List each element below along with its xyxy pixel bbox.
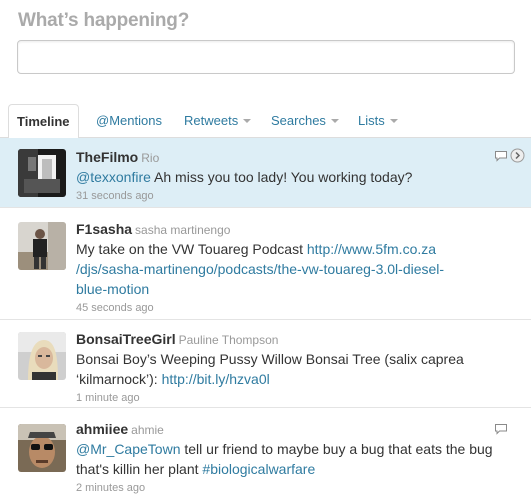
timestamp[interactable]: 2 minutes ago: [76, 481, 509, 495]
tab-label: Lists: [358, 113, 385, 128]
chevron-down-icon: [389, 118, 398, 123]
reply-icon[interactable]: [494, 150, 508, 162]
full-name: ahmie: [131, 423, 164, 437]
url-link[interactable]: /djs/sasha-martinengo/podcasts/the-vw-to…: [76, 261, 444, 277]
tab-searches[interactable]: Searches: [271, 104, 339, 138]
url-link[interactable]: http://bit.ly/hzva0l: [162, 371, 270, 387]
tab-label: Retweets: [184, 113, 239, 128]
avatar[interactable]: [18, 424, 66, 472]
timestamp[interactable]: 1 minute ago: [76, 391, 509, 405]
tweet-content: TheFilmo Rio @texxonfire Ah miss you too …: [76, 148, 509, 203]
tweet-item[interactable]: TheFilmo Rio @texxonfire Ah miss you too …: [0, 138, 531, 208]
timestamp[interactable]: 45 seconds ago: [76, 301, 509, 315]
url-link[interactable]: blue-motion: [76, 281, 149, 297]
tab-label: Searches: [271, 113, 326, 128]
avatar[interactable]: [18, 149, 66, 197]
chevron-down-icon: [243, 118, 252, 123]
tweet-compose-input[interactable]: [17, 40, 515, 74]
url-link[interactable]: http://www.5fm.co.za: [307, 241, 436, 257]
tweet-text: My take on the VW Touareg Podcast http:/…: [76, 241, 445, 297]
full-name: sasha martinengo: [135, 223, 231, 237]
tab-label: Timeline: [17, 114, 70, 129]
tweet-content: ahmiiee ahmie @Mr_CapeTown tell ur friend…: [76, 420, 509, 495]
screen-name[interactable]: ahmiiee: [76, 421, 128, 437]
screen-name[interactable]: TheFilmo: [76, 149, 138, 165]
timestamp[interactable]: 31 seconds ago: [76, 189, 509, 203]
compose-title: What’s happening?: [18, 10, 190, 31]
tab-retweets[interactable]: Retweets: [184, 104, 252, 138]
tweet-item[interactable]: ahmiiee ahmie @Mr_CapeTown tell ur friend…: [0, 408, 531, 503]
tweet-text: @texxonfire Ah miss you too lady! You wo…: [76, 169, 413, 185]
tweet-content: BonsaiTreeGirl Pauline Thompson Bonsai Bo…: [76, 330, 509, 405]
hashtag-link[interactable]: #biologicalwarfare: [202, 461, 315, 477]
mention-link[interactable]: @texxonfire: [76, 169, 151, 185]
timeline-tabs: Timeline @Mentions Retweets Searches Lis…: [0, 104, 531, 139]
full-name: Pauline Thompson: [178, 333, 279, 347]
avatar[interactable]: [18, 222, 66, 270]
chevron-down-icon: [330, 118, 339, 123]
avatar[interactable]: [18, 332, 66, 380]
mention-link[interactable]: @Mr_CapeTown: [76, 441, 180, 457]
tab-timeline[interactable]: Timeline: [8, 104, 79, 139]
tweet-item[interactable]: F1sasha sasha martinengo My take on the V…: [0, 208, 531, 320]
tweet-text: Bonsai Boy’s Weeping Pussy Willow Bonsai…: [76, 351, 464, 387]
reply-icon[interactable]: [494, 423, 508, 435]
tweet-item[interactable]: BonsaiTreeGirl Pauline Thompson Bonsai Bo…: [0, 320, 531, 408]
tweet-text: @Mr_CapeTown tell ur friend to maybe buy…: [76, 441, 493, 477]
tab-lists[interactable]: Lists: [358, 104, 398, 138]
screen-name[interactable]: F1sasha: [76, 221, 132, 237]
screen-name[interactable]: BonsaiTreeGirl: [76, 331, 176, 347]
tab-mentions[interactable]: @Mentions: [96, 104, 162, 138]
arrow-right-circle-icon[interactable]: [510, 148, 525, 163]
twitter-home: What’s happening? Timeline @Mentions Ret…: [0, 0, 531, 503]
tweet-content: F1sasha sasha martinengo My take on the V…: [76, 220, 509, 315]
full-name: Rio: [141, 151, 160, 165]
tab-label: @Mentions: [96, 113, 162, 128]
